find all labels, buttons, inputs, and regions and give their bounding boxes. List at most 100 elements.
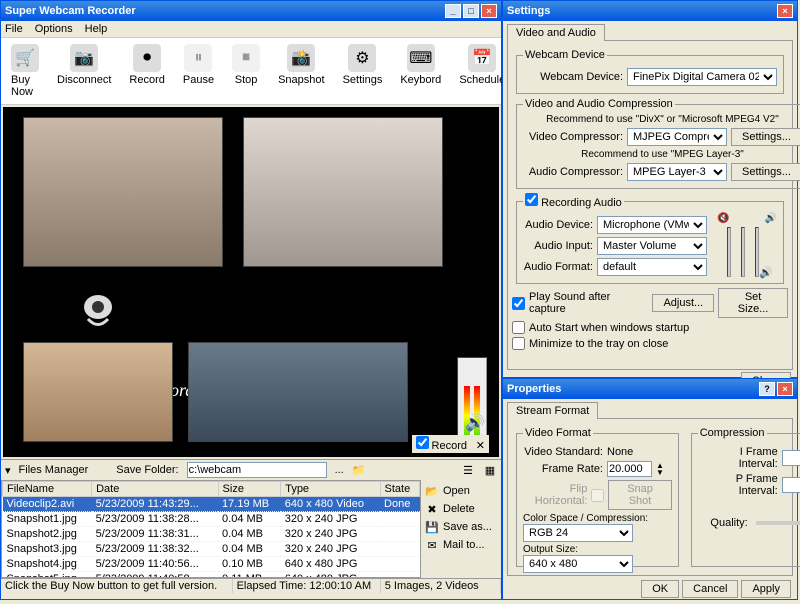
volume-meter — [457, 357, 487, 447]
status-right: 5 Images, 2 Videos — [381, 579, 501, 593]
speaker-icon[interactable]: 🔊 — [465, 413, 485, 433]
file-actions: 📂Open✖Delete💾Save as...✉Mail to... — [421, 480, 501, 578]
statusbar: Click the Buy Now button to get full ver… — [1, 578, 501, 593]
menu-file[interactable]: File — [5, 23, 23, 35]
col-header[interactable]: Type — [281, 482, 380, 497]
action-delete[interactable]: ✖Delete — [423, 500, 499, 518]
record-checkbox[interactable]: Record ✕ — [412, 435, 489, 453]
audio-format-select[interactable]: default — [597, 258, 707, 276]
file-table[interactable]: FileNameDateSizeTypeStateVideoclip2.avi5… — [1, 480, 421, 578]
table-row[interactable]: Snapshot3.jpg5/23/2009 11:38:32...0.04 M… — [3, 542, 420, 557]
settings-window: Settings × Video and Audio Webcam Device… — [502, 0, 798, 378]
tool-settings[interactable]: ⚙Settings — [337, 42, 389, 100]
colorspace-select[interactable]: RGB 24 — [523, 524, 633, 542]
save-folder-input[interactable] — [187, 462, 327, 478]
table-row[interactable]: Videoclip2.avi5/23/2009 11:43:29...17.19… — [3, 497, 420, 512]
tool-stop[interactable]: ⏹Stop — [226, 42, 266, 100]
tool-disconnect[interactable]: 📷Disconnect — [51, 42, 117, 100]
preview-thumb — [23, 342, 173, 442]
audio-settings-button[interactable]: Settings... — [731, 163, 800, 181]
files-manager-label: Files Manager — [19, 464, 89, 476]
col-header[interactable]: FileName — [3, 482, 92, 497]
view-grid-icon[interactable]: ▦ — [483, 463, 497, 477]
table-row[interactable]: Snapshot1.jpg5/23/2009 11:38:28...0.04 M… — [3, 512, 420, 527]
tool-keybord[interactable]: ⌨Keybord — [394, 42, 447, 100]
action-saveas[interactable]: 💾Save as... — [423, 518, 499, 536]
webcam-device-group: Webcam Device Webcam Device: FinePix Dig… — [516, 49, 784, 94]
output-size-select[interactable]: 640 x 480 — [523, 555, 633, 573]
speaker-icon: 🔇 — [717, 213, 729, 224]
flip-checkbox — [591, 489, 604, 502]
webcam-icon — [73, 292, 123, 332]
speaker-icon: 🔊 — [759, 266, 773, 279]
browse-folder-button[interactable]: ... — [335, 464, 344, 476]
close-button[interactable]: × — [777, 4, 793, 18]
menu-help[interactable]: Help — [85, 23, 108, 35]
col-header[interactable]: State — [380, 482, 419, 497]
status-mid: Elapsed Time: 12:00:10 AM — [233, 579, 381, 593]
video-settings-button[interactable]: Settings... — [731, 128, 800, 146]
properties-title: Properties — [507, 383, 561, 395]
menubar: File Options Help — [1, 21, 501, 38]
status-left: Click the Buy Now button to get full ver… — [1, 579, 233, 593]
folder-open-icon[interactable]: 📁 — [352, 463, 366, 477]
main-title: Super Webcam Recorder — [5, 5, 136, 17]
pframe-input — [782, 477, 800, 493]
frame-rate-input[interactable] — [607, 461, 652, 477]
spinner-icon[interactable]: ▲▼ — [656, 462, 668, 476]
set-size-button[interactable]: Set Size... — [718, 288, 788, 318]
snapshot-button: Snap Shot — [608, 480, 671, 510]
webcam-device-select[interactable]: FinePix Digital Camera 020724 (W — [627, 68, 777, 86]
settings-titlebar: Settings × — [503, 1, 797, 21]
maximize-button[interactable]: □ — [463, 4, 479, 18]
recording-audio-checkbox[interactable] — [525, 193, 538, 206]
auto-start-checkbox[interactable] — [512, 321, 525, 334]
toolbar: 🛒Buy Now📷Disconnect⏺Record⏸Pause⏹Stop📸Sn… — [1, 38, 501, 105]
table-row[interactable]: Snapshot5.jpg5/23/2009 11:40:58...0.11 M… — [3, 572, 420, 579]
compression-group: Compression I Frame Interval:▲▼ P Frame … — [691, 427, 800, 567]
cancel-button[interactable]: Cancel — [682, 580, 738, 598]
video-compressor-select[interactable]: MJPEG Compressor — [627, 128, 727, 146]
quality-slider[interactable] — [756, 521, 800, 525]
settings-title: Settings — [507, 5, 550, 17]
video-format-group: Video Format Video Standard:None Frame R… — [516, 427, 679, 567]
table-row[interactable]: Snapshot4.jpg5/23/2009 11:40:56...0.10 M… — [3, 557, 420, 572]
help-button[interactable]: ? — [759, 382, 775, 396]
tool-snapshot[interactable]: 📸Snapshot — [272, 42, 330, 100]
col-header[interactable]: Date — [92, 482, 218, 497]
menu-options[interactable]: Options — [35, 23, 73, 35]
files-bar: ▾ Files Manager Save Folder: ... 📁 ☰ ▦ — [1, 459, 501, 480]
recording-audio-group: Recording Audio Audio Device:Microphone … — [516, 193, 784, 284]
minimize-button[interactable]: _ — [445, 4, 461, 18]
ok-button[interactable]: OK — [641, 580, 679, 598]
audio-compressor-select[interactable]: MPEG Layer-3 — [627, 163, 727, 181]
tool-buy-now[interactable]: 🛒Buy Now — [5, 42, 45, 100]
preview-thumb — [23, 117, 223, 267]
apply-button[interactable]: Apply — [741, 580, 791, 598]
view-list-icon[interactable]: ☰ — [461, 463, 475, 477]
properties-window: Properties ?× Stream Format Video Format… — [502, 378, 798, 600]
tab-video-audio[interactable]: Video and Audio — [507, 24, 605, 41]
action-open[interactable]: 📂Open — [423, 482, 499, 500]
iframe-input — [782, 450, 800, 466]
collapse-icon[interactable]: ▾ — [5, 464, 11, 477]
close-button[interactable]: × — [777, 382, 793, 396]
save-folder-label: Save Folder: — [116, 464, 178, 476]
tab-stream-format[interactable]: Stream Format — [507, 402, 598, 419]
audio-mixer[interactable]: 🔇 🔊 🔊 — [717, 213, 777, 279]
properties-titlebar: Properties ?× — [503, 379, 797, 399]
minimize-tray-checkbox[interactable] — [512, 337, 525, 350]
audio-device-select[interactable]: Microphone (VMware VM — [597, 216, 707, 234]
main-titlebar: Super Webcam Recorder _ □ × — [1, 1, 501, 21]
table-row[interactable]: Snapshot2.jpg5/23/2009 11:38:31...0.04 M… — [3, 527, 420, 542]
preview-thumb — [243, 117, 443, 267]
preview-thumb — [188, 342, 408, 442]
col-header[interactable]: Size — [218, 482, 281, 497]
action-mailto[interactable]: ✉Mail to... — [423, 536, 499, 554]
audio-input-select[interactable]: Master Volume — [597, 237, 707, 255]
tool-record[interactable]: ⏺Record — [123, 42, 170, 100]
play-sound-checkbox[interactable] — [512, 297, 525, 310]
tool-pause[interactable]: ⏸Pause — [177, 42, 220, 100]
close-button[interactable]: × — [481, 4, 497, 18]
adjust-button[interactable]: Adjust... — [652, 294, 714, 312]
